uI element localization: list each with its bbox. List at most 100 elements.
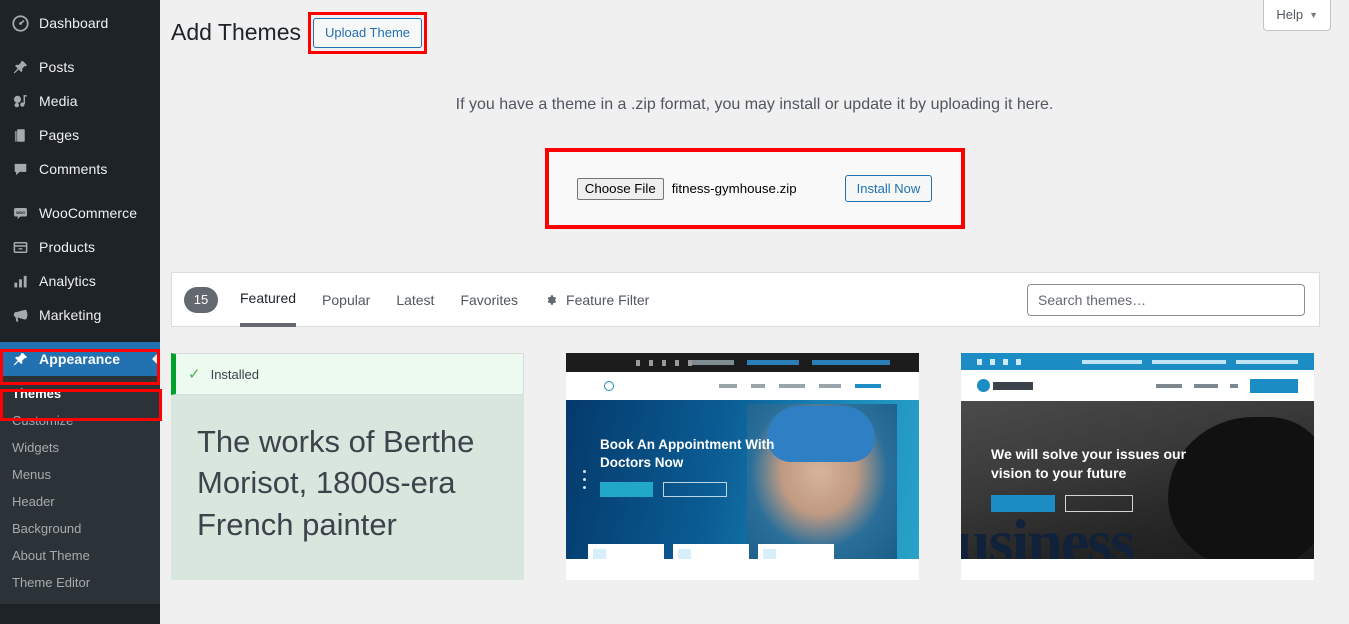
theme-preview-2: Book An Appointment With Doctors Now [566,353,919,560]
admin-sidebar: Dashboard Posts Media Pages Comments woo… [0,0,162,624]
megaphone-icon [10,305,30,325]
submenu-item-menus[interactable]: Menus [0,461,160,488]
theme-card-medical[interactable]: Book An Appointment With Doctors Now [566,353,919,581]
sidebar-item-label: Appearance [39,351,121,367]
wordpress-admin-screen: Dashboard Posts Media Pages Comments woo… [0,0,1349,624]
help-label: Help [1276,7,1304,22]
upload-theme-wrap: Upload Theme [307,12,428,55]
sidebar-item-label: Posts [39,59,75,75]
tab-latest[interactable]: Latest [396,272,434,327]
help-button[interactable]: Help ▼ [1263,0,1331,31]
submenu-item-customize[interactable]: Customize [0,407,160,434]
topbar-contact-info [692,360,890,366]
main-content: Help ▼ Add Themes Upload Theme If you ha… [160,0,1349,624]
sidebar-item-label: Analytics [39,273,96,289]
preview-hero-text: Book An Appointment With Doctors Now [600,436,800,498]
installed-notice: ✓ Installed [171,353,524,396]
preview-hero: Book An Appointment With Doctors Now [566,400,919,560]
appearance-submenu: Themes Customize Widgets Menus Header Ba… [0,376,160,604]
sidebar-item-appearance[interactable]: Appearance [0,342,160,376]
submenu-item-widgets[interactable]: Widgets [0,434,160,461]
upload-theme-button[interactable]: Upload Theme [312,18,423,49]
preview-topbar [566,353,919,373]
sidebar-item-products[interactable]: Products [0,230,160,264]
installed-label: Installed [210,366,259,382]
sidebar-item-label: Media [39,93,78,109]
sidebar-item-label: Products [39,239,96,255]
check-icon: ✓ [188,366,201,384]
tab-featured[interactable]: Featured [240,272,297,328]
media-icon [10,91,30,111]
sidebar-divider [0,186,160,196]
svg-text:woo: woo [15,210,25,215]
theme-card-business[interactable]: usiness We will solve your issues our vi… [961,353,1314,581]
submenu-item-header[interactable]: Header [0,488,160,515]
submenu-item-themes[interactable]: Themes [0,380,160,407]
preview-logo [604,381,643,392]
gear-icon [544,293,558,307]
sidebar-item-dashboard[interactable]: Dashboard [0,6,160,40]
sidebar-item-analytics[interactable]: Analytics [0,264,160,298]
pin-icon [10,57,30,77]
upload-row: Choose File fitness-gymhouse.zip Install… [576,175,933,203]
submenu-item-background[interactable]: Background [0,515,160,542]
sidebar-item-label: Dashboard [39,15,109,31]
file-input-field[interactable]: Choose File fitness-gymhouse.zip [576,177,797,200]
social-icons [636,359,692,366]
theme-count-badge: 15 [184,286,218,313]
preview-hero: usiness We will solve your issues our vi… [961,401,1314,560]
theme-preview-headline: The works of Berthe Morisot, 1800s-era F… [197,424,475,542]
selected-file-name: fitness-gymhouse.zip [671,181,797,197]
preview-nav-links [719,384,881,389]
preview-logo [977,379,1033,393]
choose-file-button[interactable]: Choose File [576,177,664,200]
preview-bg-word: usiness [961,506,1135,560]
theme-filter-bar: 15 Featured Popular Latest Favorites Fea… [171,272,1320,328]
comments-icon [10,159,30,179]
social-icons [977,358,1021,365]
sidebar-divider [0,332,160,342]
sidebar-item-marketing[interactable]: Marketing [0,298,160,332]
preview-hero-text: We will solve your issues our vision to … [991,445,1203,512]
theme-card-installed[interactable]: ✓ Installed The works of Berthe Morisot,… [171,353,524,581]
submenu-arrow-icon [152,351,160,367]
install-now-button[interactable]: Install Now [844,175,933,203]
upload-panel-wrap: Choose File fitness-gymhouse.zip Install… [544,148,965,230]
feature-filter-button[interactable]: Feature Filter [544,272,649,327]
preview-hero-buttons [600,482,800,498]
preview-topbar [961,353,1314,371]
preview-navbar [961,370,1314,402]
chevron-down-icon: ▼ [1309,9,1318,20]
sidebar-item-woocommerce[interactable]: woo WooCommerce [0,196,160,230]
theme-preview-headline: We will solve your issues our vision to … [991,446,1187,482]
tab-favorites[interactable]: Favorites [460,272,518,327]
preview-navbar [566,372,919,401]
products-icon [10,237,30,257]
pages-icon [10,125,30,145]
feature-filter-label: Feature Filter [566,291,650,308]
preview-hero-buttons [991,494,1203,512]
sidebar-item-pages[interactable]: Pages [0,118,160,152]
preview-slider-dots [583,470,586,494]
sidebar-item-comments[interactable]: Comments [0,152,160,186]
submenu-item-about-theme[interactable]: About Theme [0,542,160,569]
analytics-icon [10,271,30,291]
submenu-item-theme-editor[interactable]: Theme Editor [0,569,160,596]
theme-grid: ✓ Installed The works of Berthe Morisot,… [171,353,1349,581]
dashboard-icon [10,13,30,33]
page-title: Add Themes [171,19,301,46]
page-header: Add Themes Upload Theme [160,0,1349,55]
sidebar-item-label: Marketing [39,307,102,323]
theme-preview-1: The works of Berthe Morisot, 1800s-era F… [171,395,524,581]
theme-upload-panel: Choose File fitness-gymhouse.zip Install… [544,148,965,230]
sidebar-item-posts[interactable]: Posts [0,50,160,84]
preview-service-cards [588,544,834,560]
search-themes-input[interactable]: Search themes… [1027,283,1305,316]
theme-preview-3: usiness We will solve your issues our vi… [961,353,1314,560]
sidebar-item-label: Pages [39,127,80,143]
tab-popular[interactable]: Popular [322,272,370,327]
woocommerce-icon: woo [10,203,30,223]
sidebar-item-media[interactable]: Media [0,84,160,118]
topbar-contact-info [1082,359,1298,364]
sidebar-item-label: Comments [39,161,108,177]
